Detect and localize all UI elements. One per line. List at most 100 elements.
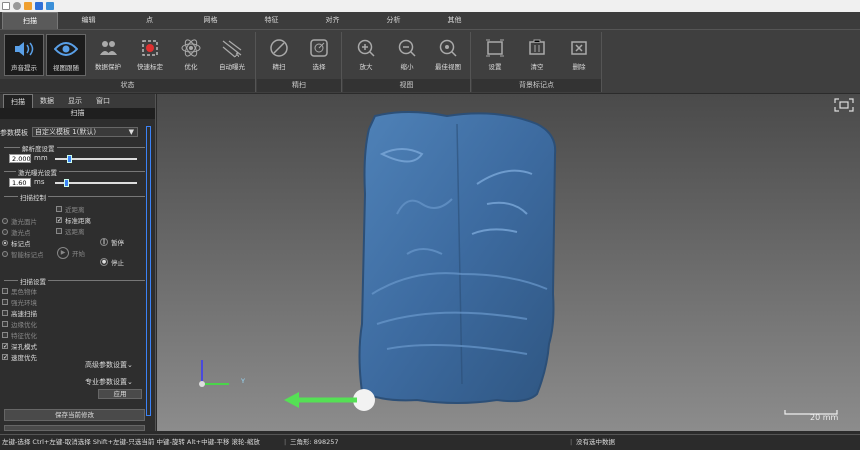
marker-clear-button[interactable]: 清空 xyxy=(517,34,557,76)
resolution-slider-handle[interactable] xyxy=(67,155,72,163)
marker-delete-button[interactable]: 删除 xyxy=(559,34,599,76)
chevron-down-icon: ▼ xyxy=(128,128,134,136)
panel-tabs: 扫描 数据 显示 窗口 xyxy=(0,94,155,108)
distance-near-checkbox[interactable] xyxy=(56,206,62,212)
view-follow-button[interactable]: 视图跟随 xyxy=(46,34,86,76)
fine-scan-button[interactable]: 精扫 xyxy=(259,34,299,76)
data-protect-button[interactable]: 数据保护 xyxy=(88,34,128,76)
tab-analysis[interactable]: 分析 xyxy=(363,12,424,29)
distance-standard-checkbox[interactable]: ✓ xyxy=(56,217,62,224)
panel-tab-data[interactable]: 数据 xyxy=(33,94,61,108)
new-file-icon[interactable] xyxy=(2,2,10,10)
exposure-input[interactable]: 1.60 xyxy=(9,178,31,187)
setting-deep-hole-checkbox[interactable]: ✓ xyxy=(2,343,8,350)
tab-mesh[interactable]: 网格 xyxy=(180,12,241,29)
best-view-button[interactable]: 最佳视图 xyxy=(428,34,468,76)
setting-speed-first[interactable]: ✓ 速度优先 xyxy=(2,352,37,362)
optimize-button[interactable]: 优化 xyxy=(171,34,211,76)
save-icon[interactable] xyxy=(35,2,43,10)
tab-align[interactable]: 对齐 xyxy=(302,12,363,29)
mode-smart-marker-radio[interactable] xyxy=(2,251,8,257)
zoom-out-button[interactable]: 缩小 xyxy=(387,34,427,76)
zoom-in-button[interactable]: 放大 xyxy=(346,34,386,76)
start-button[interactable]: ▶ 开始 xyxy=(57,247,85,259)
marker-set-button[interactable]: 设置 xyxy=(475,34,515,76)
settings-icon[interactable] xyxy=(13,2,21,10)
panel-tab-scan[interactable]: 扫描 xyxy=(3,94,33,108)
distance-near[interactable]: 近距离 xyxy=(56,204,85,214)
quick-calibration-button[interactable]: 快速标定 xyxy=(130,34,170,76)
mode-laser-patch-radio[interactable] xyxy=(2,218,8,224)
group-title-background-markers: 背景标记点 xyxy=(472,79,601,92)
setting-feature-optimize[interactable]: 特征优化 xyxy=(2,330,37,340)
pause-button[interactable]: ‖ 暂停 xyxy=(100,237,124,247)
save-changes-button[interactable]: 保存当前修改 xyxy=(4,409,145,421)
export-icon[interactable] xyxy=(46,2,54,10)
scanned-model[interactable] xyxy=(358,111,557,404)
chevron-down-icon: ⌄ xyxy=(127,378,133,386)
resolution-unit: mm xyxy=(34,154,48,162)
ribbon: 声音提示 视图跟随 数据保护 快速标定 优化 A 自动曝光 状态 精扫 选择 精… xyxy=(0,29,860,93)
scan-control-section: 扫描控制 xyxy=(4,192,145,202)
setting-strong-light-checkbox[interactable] xyxy=(2,299,8,305)
mode-smart-marker[interactable]: 智能标记点 xyxy=(2,249,44,259)
open-folder-icon[interactable] xyxy=(24,2,32,10)
panel-tab-window[interactable]: 窗口 xyxy=(89,94,117,108)
exposure-slider-handle[interactable] xyxy=(64,179,69,187)
mode-laser-point[interactable]: 激光点 xyxy=(2,227,31,237)
resolution-input[interactable]: 2.000 xyxy=(9,154,31,163)
mode-marker-radio[interactable] xyxy=(2,240,8,246)
pause-icon: ‖ xyxy=(100,238,108,246)
distance-far-checkbox[interactable] xyxy=(56,228,62,234)
mode-marker[interactable]: 标记点 xyxy=(2,238,31,248)
tab-other[interactable]: 其他 xyxy=(424,12,485,29)
tab-scan[interactable]: 扫描 xyxy=(2,12,58,29)
fullscreen-icon[interactable] xyxy=(834,98,854,112)
exposure-unit: ms xyxy=(34,178,45,186)
calibration-icon xyxy=(142,40,158,56)
atom-icon xyxy=(181,39,201,57)
param-template-select[interactable]: 自定义模板 1(默认) ▼ xyxy=(32,127,138,137)
tab-point[interactable]: 点 xyxy=(119,12,180,29)
group-title-status: 状态 xyxy=(0,79,255,92)
setting-high-speed-checkbox[interactable] xyxy=(2,310,8,316)
stop-button[interactable]: ● 停止 xyxy=(100,257,124,267)
setting-high-speed[interactable]: 高速扫描 xyxy=(2,308,37,318)
distance-standard[interactable]: ✓ 标准距离 xyxy=(56,215,91,225)
circle-slash-icon xyxy=(270,39,288,57)
advanced-settings-toggle[interactable]: 高级参数设置⌄ xyxy=(85,360,133,370)
param-template-label: 参数模板 xyxy=(0,129,28,137)
eye-icon xyxy=(54,42,78,56)
setting-speed-first-checkbox[interactable]: ✓ xyxy=(2,354,8,361)
panel-tab-display[interactable]: 显示 xyxy=(61,94,89,108)
setting-black-object[interactable]: 黑色物体 xyxy=(2,286,37,296)
setting-deep-hole[interactable]: ✓ 深孔模式 xyxy=(2,341,37,351)
setting-black-object-checkbox[interactable] xyxy=(2,288,8,294)
group-title-fine-scan: 精扫 xyxy=(257,79,341,92)
status-hint: 左键-选择 Ctrl+左键-取消选择 Shift+左键-只选当前 中键-旋转 A… xyxy=(2,438,260,446)
select-button[interactable]: 选择 xyxy=(299,34,339,76)
panel-header: 扫描 xyxy=(0,108,155,119)
tab-feature[interactable]: 特征 xyxy=(241,12,302,29)
apply-button[interactable]: 应用 xyxy=(98,389,142,399)
setting-edge-optimize[interactable]: 边缘优化 xyxy=(2,319,37,329)
panel-scrollbar[interactable] xyxy=(146,126,151,416)
mode-laser-point-radio[interactable] xyxy=(2,229,8,235)
tab-edit[interactable]: 编辑 xyxy=(58,12,119,29)
distance-far[interactable]: 远距离 xyxy=(56,226,85,236)
3d-viewport[interactable]: Y 20 mm xyxy=(157,94,860,431)
exposure-icon: A xyxy=(222,40,242,58)
sound-prompt-button[interactable]: 声音提示 xyxy=(4,34,44,76)
auto-exposure-button[interactable]: A 自动曝光 xyxy=(212,34,252,76)
mode-laser-patch[interactable]: 激光面片 xyxy=(2,216,37,226)
next-panel-button[interactable] xyxy=(4,425,145,431)
select-icon xyxy=(310,39,328,57)
setting-edge-optimize-checkbox[interactable] xyxy=(2,321,8,327)
play-icon: ▶ xyxy=(57,247,69,259)
exposure-section: 激光曝光设置 xyxy=(4,167,145,177)
group-title-view: 视图 xyxy=(343,79,470,92)
setting-feature-optimize-checkbox[interactable] xyxy=(2,332,8,338)
setting-strong-light[interactable]: 强光环境 xyxy=(2,297,37,307)
stop-icon: ● xyxy=(100,258,108,266)
pro-settings-toggle[interactable]: 专业参数设置⌄ xyxy=(85,377,133,387)
